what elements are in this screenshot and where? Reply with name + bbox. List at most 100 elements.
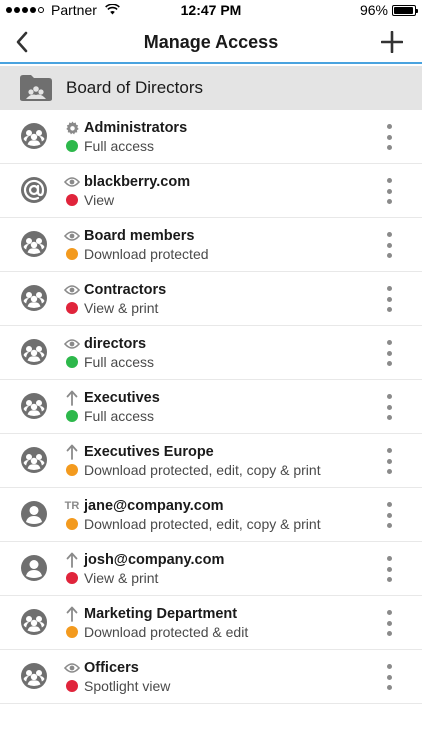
page-title: Manage Access bbox=[143, 32, 279, 52]
more-dot bbox=[386, 469, 392, 474]
access-row-content: Board members Download protected bbox=[64, 227, 372, 263]
access-row-title-line: josh@company.com bbox=[64, 551, 372, 569]
more-dot bbox=[386, 350, 392, 356]
access-row[interactable]: Board members Download protected bbox=[0, 218, 422, 272]
access-row-permission: Full access bbox=[84, 354, 155, 370]
group-avatar-icon bbox=[20, 446, 48, 474]
access-row-content: Executives Full access bbox=[64, 389, 372, 425]
access-row-content: Contractors View & print bbox=[64, 281, 372, 317]
more-options-button[interactable] bbox=[382, 178, 396, 204]
access-row-permission: Full access bbox=[84, 138, 155, 154]
person-avatar-icon bbox=[20, 500, 48, 528]
access-row[interactable]: Executives Full access bbox=[0, 380, 422, 434]
status-dot-icon bbox=[66, 194, 78, 206]
more-options-button[interactable] bbox=[382, 448, 396, 474]
access-row[interactable]: blackberry.com View bbox=[0, 164, 422, 218]
more-dot bbox=[386, 361, 392, 366]
access-row-title-line: Administrators bbox=[64, 119, 372, 137]
arrow-up-icon bbox=[64, 444, 80, 460]
status-dot-icon bbox=[66, 356, 78, 368]
battery-percent: 96% bbox=[359, 2, 388, 18]
more-options-button[interactable] bbox=[382, 502, 396, 528]
group-avatar-icon bbox=[20, 122, 48, 150]
more-dot bbox=[386, 253, 392, 258]
status-dot-icon bbox=[66, 140, 78, 152]
eye-icon bbox=[64, 228, 80, 244]
more-options-button[interactable] bbox=[382, 340, 396, 366]
more-options-button[interactable] bbox=[382, 556, 396, 582]
access-row[interactable]: Executives Europe Download protected, edi… bbox=[0, 434, 422, 488]
access-row[interactable]: Contractors View & print bbox=[0, 272, 422, 326]
group-avatar-icon bbox=[20, 230, 48, 258]
access-row[interactable]: directors Full access bbox=[0, 326, 422, 380]
access-row[interactable]: Administrators Full access bbox=[0, 110, 422, 164]
access-row[interactable]: Marketing Department Download protected &… bbox=[0, 596, 422, 650]
nav-bar: Manage Access bbox=[0, 20, 422, 64]
access-row-permission: View & print bbox=[84, 300, 159, 316]
access-row-title-line: TR jane@company.com bbox=[64, 497, 372, 515]
access-row-title-line: Marketing Department bbox=[64, 605, 372, 623]
access-row-permission: Download protected, edit, copy & print bbox=[84, 462, 321, 478]
more-options-button[interactable] bbox=[382, 664, 396, 690]
group-avatar-icon bbox=[20, 392, 48, 420]
access-row-title-line: Officers bbox=[64, 659, 372, 677]
folder-name: Board of Directors bbox=[66, 78, 203, 97]
more-dot bbox=[386, 415, 392, 420]
more-dot bbox=[386, 242, 392, 248]
access-row-permission-line: Download protected, edit, copy & print bbox=[64, 461, 372, 479]
add-access-button[interactable] bbox=[376, 26, 408, 58]
access-row-content: josh@company.com View & print bbox=[64, 551, 372, 587]
more-dot bbox=[386, 523, 392, 528]
access-row-permission-line: View & print bbox=[64, 569, 372, 587]
more-dot bbox=[386, 307, 392, 312]
more-options-button[interactable] bbox=[382, 124, 396, 150]
access-row[interactable]: Officers Spotlight view bbox=[0, 650, 422, 704]
more-options-button[interactable] bbox=[382, 610, 396, 636]
status-dot-icon bbox=[66, 302, 78, 314]
more-dot bbox=[386, 124, 392, 129]
more-dot bbox=[386, 340, 392, 345]
access-row-name: Officers bbox=[84, 660, 139, 676]
more-options-button[interactable] bbox=[382, 286, 396, 312]
folder-shared-icon bbox=[18, 73, 54, 103]
status-dot-icon bbox=[66, 248, 78, 260]
access-row-permission-line: Download protected, edit, copy & print bbox=[64, 515, 372, 533]
more-dot bbox=[386, 610, 392, 615]
more-dot bbox=[386, 674, 392, 680]
more-options-button[interactable] bbox=[382, 394, 396, 420]
access-row-permission: View bbox=[84, 192, 115, 208]
access-row-permission-line: Full access bbox=[64, 137, 372, 155]
access-row-title-line: Board members bbox=[64, 227, 372, 245]
access-row-content: Marketing Department Download protected &… bbox=[64, 605, 372, 641]
more-options-button[interactable] bbox=[382, 232, 396, 258]
access-row-permission: Full access bbox=[84, 408, 155, 424]
person-avatar-icon bbox=[20, 554, 48, 582]
access-row-title-line: Executives Europe bbox=[64, 443, 372, 461]
plus-icon bbox=[381, 31, 403, 53]
access-row-permission-line: Full access bbox=[64, 407, 372, 425]
eye-icon bbox=[64, 660, 80, 676]
access-row-name: directors bbox=[84, 336, 147, 352]
access-row-permission: View & print bbox=[84, 570, 159, 586]
eye-icon bbox=[64, 336, 80, 352]
status-dot-icon bbox=[66, 410, 78, 422]
group-avatar-icon bbox=[20, 608, 48, 636]
access-row-permission-line: View & print bbox=[64, 299, 372, 317]
more-dot bbox=[386, 512, 392, 518]
access-row-name: Marketing Department bbox=[84, 606, 238, 622]
access-row[interactable]: TR jane@company.com Download protected, ed… bbox=[0, 488, 422, 542]
status-dot-icon bbox=[66, 572, 78, 584]
access-row-name: Executives bbox=[84, 390, 160, 406]
domain-avatar-icon bbox=[20, 176, 48, 204]
arrow-up-icon bbox=[64, 606, 80, 622]
group-avatar-icon bbox=[20, 338, 48, 366]
access-row-content: Administrators Full access bbox=[64, 119, 372, 155]
access-row-permission-line: Download protected & edit bbox=[64, 623, 372, 641]
access-row-permission-line: Download protected bbox=[64, 245, 372, 263]
access-row[interactable]: josh@company.com View & print bbox=[0, 542, 422, 596]
access-row-permission: Download protected & edit bbox=[84, 624, 249, 640]
more-dot bbox=[386, 296, 392, 302]
access-row-permission: Download protected bbox=[84, 246, 209, 262]
access-row-name: Contractors bbox=[84, 282, 167, 298]
more-dot bbox=[386, 577, 392, 582]
